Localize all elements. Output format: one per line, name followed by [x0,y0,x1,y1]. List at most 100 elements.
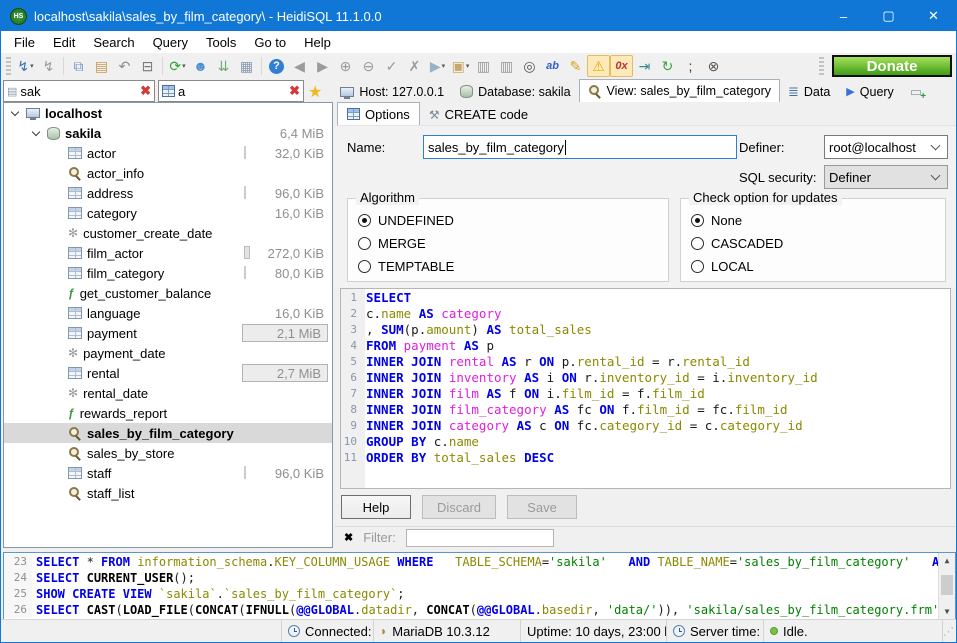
code-line[interactable]: 1SELECT [341,290,950,306]
menu-tools[interactable]: Tools [197,33,245,52]
code-line[interactable]: 25SHOW CREATE VIEW `sakila`.`sales_by_fi… [4,586,955,602]
table-filter-input[interactable] [178,84,286,99]
resize-grip-icon[interactable]: ⋰ [943,625,956,638]
reformat-sql-button[interactable]: ✎ [564,55,587,77]
stop-button[interactable]: ⊗ [702,55,725,77]
maximize-button[interactable]: ▢ [866,1,911,31]
find-text-button[interactable]: ◎ [518,55,541,77]
last-record-button[interactable]: ▶ [311,55,334,77]
tab-host-127-0-0-1[interactable]: Host: 127.0.0.1 [332,81,452,102]
code-line[interactable]: 9INNER JOIN category AS c ON fc.category… [341,418,950,434]
replace-text-button[interactable]: ab [541,55,564,77]
tree-item-actor[interactable]: actor32,0 KiB [4,143,332,163]
menu-file[interactable]: File [5,33,44,52]
close-button[interactable]: ✕ [911,1,956,31]
execute-sql-button[interactable]: ▶▾ [426,55,449,77]
tab-database-sakila[interactable]: Database: sakila [452,81,578,102]
paste-button[interactable]: ▤ [90,55,113,77]
help-button[interactable]: Help [341,495,411,519]
subtab-options[interactable]: Options [337,102,420,125]
tree-item-rewards-report[interactable]: ƒrewards_report [4,403,332,423]
radio-icon[interactable] [691,260,704,273]
tree-item-get-customer-balance[interactable]: ƒget_customer_balance [4,283,332,303]
post-changes-button[interactable]: ✓ [380,55,403,77]
radio-option-merge[interactable]: MERGE [358,232,662,255]
tab-query[interactable]: ▶Query [838,81,902,102]
favorites-filter-icon[interactable]: ★ [308,82,322,102]
radio-icon[interactable] [691,214,704,227]
code-line[interactable]: 24SELECT CURRENT_USER(); [4,570,955,586]
radio-option-none[interactable]: None [691,209,939,232]
tree-item-staff-list[interactable]: staff_list [4,483,332,503]
tree-item-sakila[interactable]: sakila6,4 MiB [4,123,332,143]
sql-security-combobox[interactable]: Definer [824,165,948,189]
tab-data[interactable]: ≣Data [780,81,838,102]
tree-item-actor-info[interactable]: actor_info [4,163,332,183]
tree-item-film-actor[interactable]: film_actor272,0 KiB [4,243,332,263]
tree-item-address[interactable]: address96,0 KiB [4,183,332,203]
sql-log-panel[interactable]: 23SELECT * FROM information_schema.KEY_C… [3,552,956,620]
chevron-down-icon[interactable] [32,128,40,136]
scroll-down-icon[interactable]: ▼ [939,604,955,619]
tree-item-rental-date[interactable]: ✻rental_date [4,383,332,403]
tree-item-payment[interactable]: payment2,1 MiB [4,323,332,343]
help-button[interactable]: ? [265,55,288,77]
code-line[interactable]: 8INNER JOIN film_category AS fc ON f.fil… [341,402,950,418]
donate-toolbar-grip[interactable] [819,57,824,75]
reconnect-button[interactable]: ↻ [656,55,679,77]
delete-record-button[interactable]: ⊖ [357,55,380,77]
definer-combobox[interactable]: root@localhost [824,135,948,159]
next-result-button[interactable]: ⇥ [633,55,656,77]
scroll-up-icon[interactable]: ▲ [939,553,955,568]
close-filter-icon[interactable]: ✖ [344,531,353,544]
code-line[interactable]: 5INNER JOIN rental AS r ON p.rental_id =… [341,354,950,370]
tree-item-category[interactable]: category16,0 KiB [4,203,332,223]
hex-view-toggle-button[interactable]: 0x [610,55,633,77]
insert-record-button[interactable]: ⊕ [334,55,357,77]
menu-search[interactable]: Search [84,33,143,52]
tree-item-sales-by-store[interactable]: sales_by_store [4,443,332,463]
save-sql-button[interactable]: ▥ [472,55,495,77]
export-database-button[interactable]: ⇊ [212,55,235,77]
toolbar-grip[interactable] [6,57,11,75]
bind-parameters-button[interactable]: ⚠ [587,55,610,77]
save-snippet-button[interactable]: ▦ [235,55,258,77]
disconnect-button[interactable]: ↯ [37,55,60,77]
menu-go-to[interactable]: Go to [245,33,295,52]
tab-newtab[interactable]: ▭ [902,81,930,102]
code-line[interactable]: 6INNER JOIN inventory AS i ON r.inventor… [341,370,950,386]
cancel-editing-button[interactable]: ✗ [403,55,426,77]
copy-button[interactable]: ⧉ [67,55,90,77]
radio-icon[interactable] [358,260,371,273]
first-record-button[interactable]: ◀ [288,55,311,77]
tree-item-film-category[interactable]: film_category80,0 KiB [4,263,332,283]
tree-item-staff[interactable]: staff96,0 KiB [4,463,332,483]
code-line[interactable]: 7INNER JOIN film AS f ON i.film_id = f.f… [341,386,950,402]
tree-item-customer-create-date[interactable]: ✻customer_create_date [4,223,332,243]
radio-option-temptable[interactable]: TEMPTABLE [358,255,662,278]
session-manager-button[interactable]: ↯▾ [14,55,37,77]
tree-item-payment-date[interactable]: ✻payment_date [4,343,332,363]
radio-option-undefined[interactable]: UNDEFINED [358,209,662,232]
tree-item-sales-by-film-category[interactable]: sales_by_film_category [4,423,332,443]
code-line[interactable]: 4FROM payment AS p [341,338,950,354]
donate-button[interactable]: Donate [832,55,952,77]
radio-icon[interactable] [358,214,371,227]
code-line[interactable]: 3, SUM(p.amount) AS total_sales [341,322,950,338]
tree-item-rental[interactable]: rental2,7 MiB [4,363,332,383]
radio-option-local[interactable]: LOCAL [691,255,939,278]
radio-option-cascaded[interactable]: CASCADED [691,232,939,255]
view-body-sql-editor[interactable]: 1SELECT2c.name AS category3, SUM(p.amoun… [340,288,951,489]
clear-table-filter-icon[interactable]: ✖ [289,83,300,99]
tree-item-language[interactable]: language16,0 KiB [4,303,332,323]
code-line[interactable]: 26SELECT CAST(LOAD_FILE(CONCAT(IFNULL(@@… [4,602,955,618]
subtab-create-code[interactable]: ⚒CREATE code [420,104,537,125]
tree-item-localhost[interactable]: localhost [4,103,332,123]
code-line[interactable]: 11ORDER BY total_sales DESC [341,450,950,466]
minimize-button[interactable]: – [821,1,866,31]
chevron-down-icon[interactable] [11,108,19,116]
radio-icon[interactable] [358,237,371,250]
tab-view-sales-by-film-category[interactable]: View: sales_by_film_category [579,79,780,102]
menu-help[interactable]: Help [295,33,340,52]
refresh-button[interactable]: ⟳▾ [166,55,189,77]
